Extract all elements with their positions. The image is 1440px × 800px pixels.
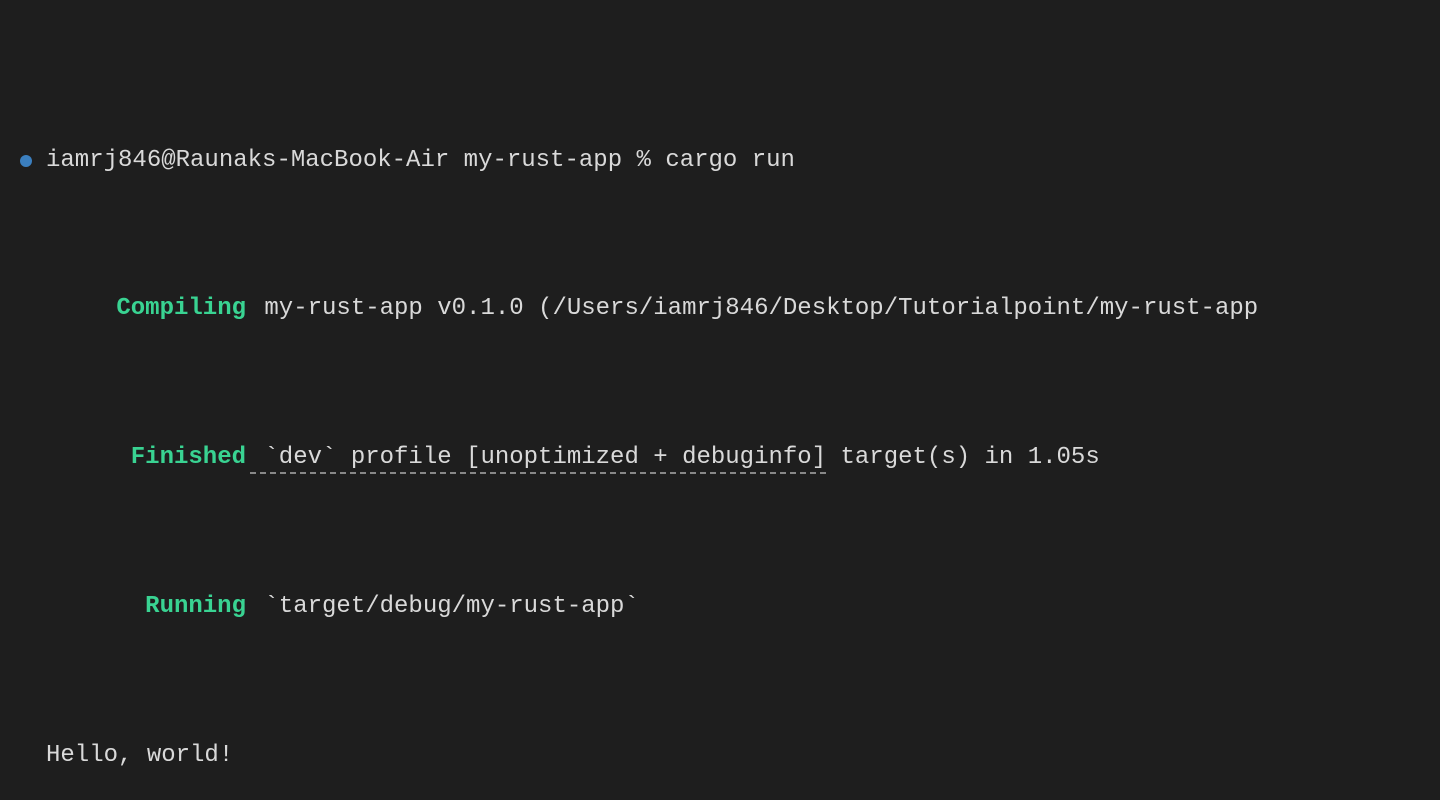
prompt-line-1: iamrj846@Raunaks-MacBook-Air my-rust-app… <box>0 142 1440 179</box>
running-text: `target/debug/my-rust-app` <box>250 593 639 620</box>
finished-label: Finished <box>131 444 246 471</box>
finished-line: Finished `dev` profile [unoptimized + de… <box>0 439 1440 476</box>
prompt-command: cargo run <box>665 142 795 179</box>
prompt-host: iamrj846@Raunaks-MacBook-Air my-rust-app… <box>46 142 665 179</box>
running-label: Running <box>145 593 246 620</box>
program-output: Hello, world! <box>0 737 1440 774</box>
output-text: Hello, world! <box>46 742 233 769</box>
finished-rest: target(s) in 1.05s <box>826 444 1100 471</box>
running-line: Running `target/debug/my-rust-app` <box>0 588 1440 625</box>
terminal-output[interactable]: iamrj846@Raunaks-MacBook-Air my-rust-app… <box>0 0 1440 800</box>
compiling-label: Compiling <box>116 295 246 322</box>
compiling-text: my-rust-app v0.1.0 (/Users/iamrj846/Desk… <box>250 295 1258 322</box>
finished-underlined: `dev` profile [unoptimized + debuginfo] <box>250 444 826 474</box>
circle-filled-icon <box>20 155 32 167</box>
compiling-line: Compiling my-rust-app v0.1.0 (/Users/iam… <box>0 290 1440 327</box>
